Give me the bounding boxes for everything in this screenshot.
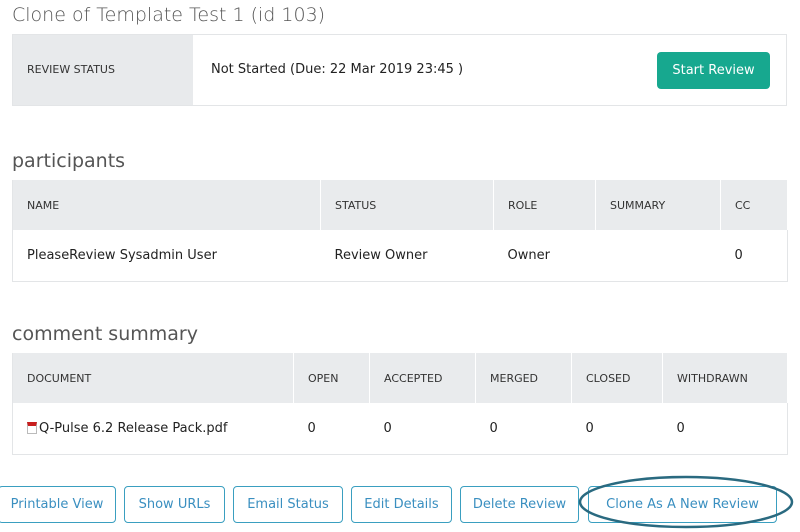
closed-count: 0 (571, 403, 663, 455)
participants-heading: participants (12, 150, 126, 172)
start-review-button[interactable]: Start Review (657, 52, 770, 89)
participant-role: Owner (493, 230, 596, 282)
edit-details-button[interactable]: Edit Details (351, 486, 452, 523)
column-header[interactable]: CC (720, 180, 788, 230)
merged-count: 0 (475, 403, 572, 455)
withdrawn-count: 0 (662, 403, 788, 455)
column-header[interactable]: WITHDRAWN (662, 353, 788, 403)
column-header[interactable]: CLOSED (571, 353, 663, 403)
open-count: 0 (293, 403, 370, 455)
table-row: PleaseReview Sysadmin User Review Owner … (12, 230, 788, 282)
document-link[interactable]: Q-Pulse 6.2 Release Pack.pdf (39, 421, 228, 436)
column-header[interactable]: ROLE (493, 180, 596, 230)
email-status-button[interactable]: Email Status (233, 486, 343, 523)
review-status-value: Not Started (Due: 22 Mar 2019 23:45 ) (211, 62, 464, 77)
review-status-label: REVIEW STATUS (13, 35, 193, 105)
participants-table: NAME STATUS ROLE SUMMARY CC PleaseReview… (12, 180, 788, 282)
delete-review-button[interactable]: Delete Review (460, 486, 579, 523)
pdf-icon (27, 421, 37, 434)
show-urls-button[interactable]: Show URLs (124, 486, 225, 523)
column-header[interactable]: ACCEPTED (369, 353, 476, 403)
column-header[interactable]: STATUS (320, 180, 494, 230)
accepted-count: 0 (369, 403, 476, 455)
table-header: NAME STATUS ROLE SUMMARY CC (12, 180, 788, 230)
participant-cc: 0 (720, 230, 788, 282)
participant-status: Review Owner (320, 230, 494, 282)
participant-summary (595, 230, 721, 282)
column-header[interactable]: MERGED (475, 353, 572, 403)
comment-summary-table: DOCUMENT OPEN ACCEPTED MERGED CLOSED WIT… (12, 353, 788, 455)
table-row: Q-Pulse 6.2 Release Pack.pdf 0 0 0 0 0 (12, 403, 788, 455)
comment-summary-heading: comment summary (12, 323, 198, 345)
column-header[interactable]: OPEN (293, 353, 370, 403)
printable-view-button[interactable]: Printable View (0, 486, 116, 523)
highlight-ellipse (578, 475, 794, 529)
table-header: DOCUMENT OPEN ACCEPTED MERGED CLOSED WIT… (12, 353, 788, 403)
page-title: Clone of Template Test 1 (id 103) (12, 4, 326, 26)
column-header[interactable]: NAME (12, 180, 321, 230)
column-header[interactable]: SUMMARY (595, 180, 721, 230)
participant-name: PleaseReview Sysadmin User (12, 230, 321, 282)
review-status-panel: REVIEW STATUS Not Started (Due: 22 Mar 2… (12, 34, 787, 106)
column-header[interactable]: DOCUMENT (12, 353, 294, 403)
